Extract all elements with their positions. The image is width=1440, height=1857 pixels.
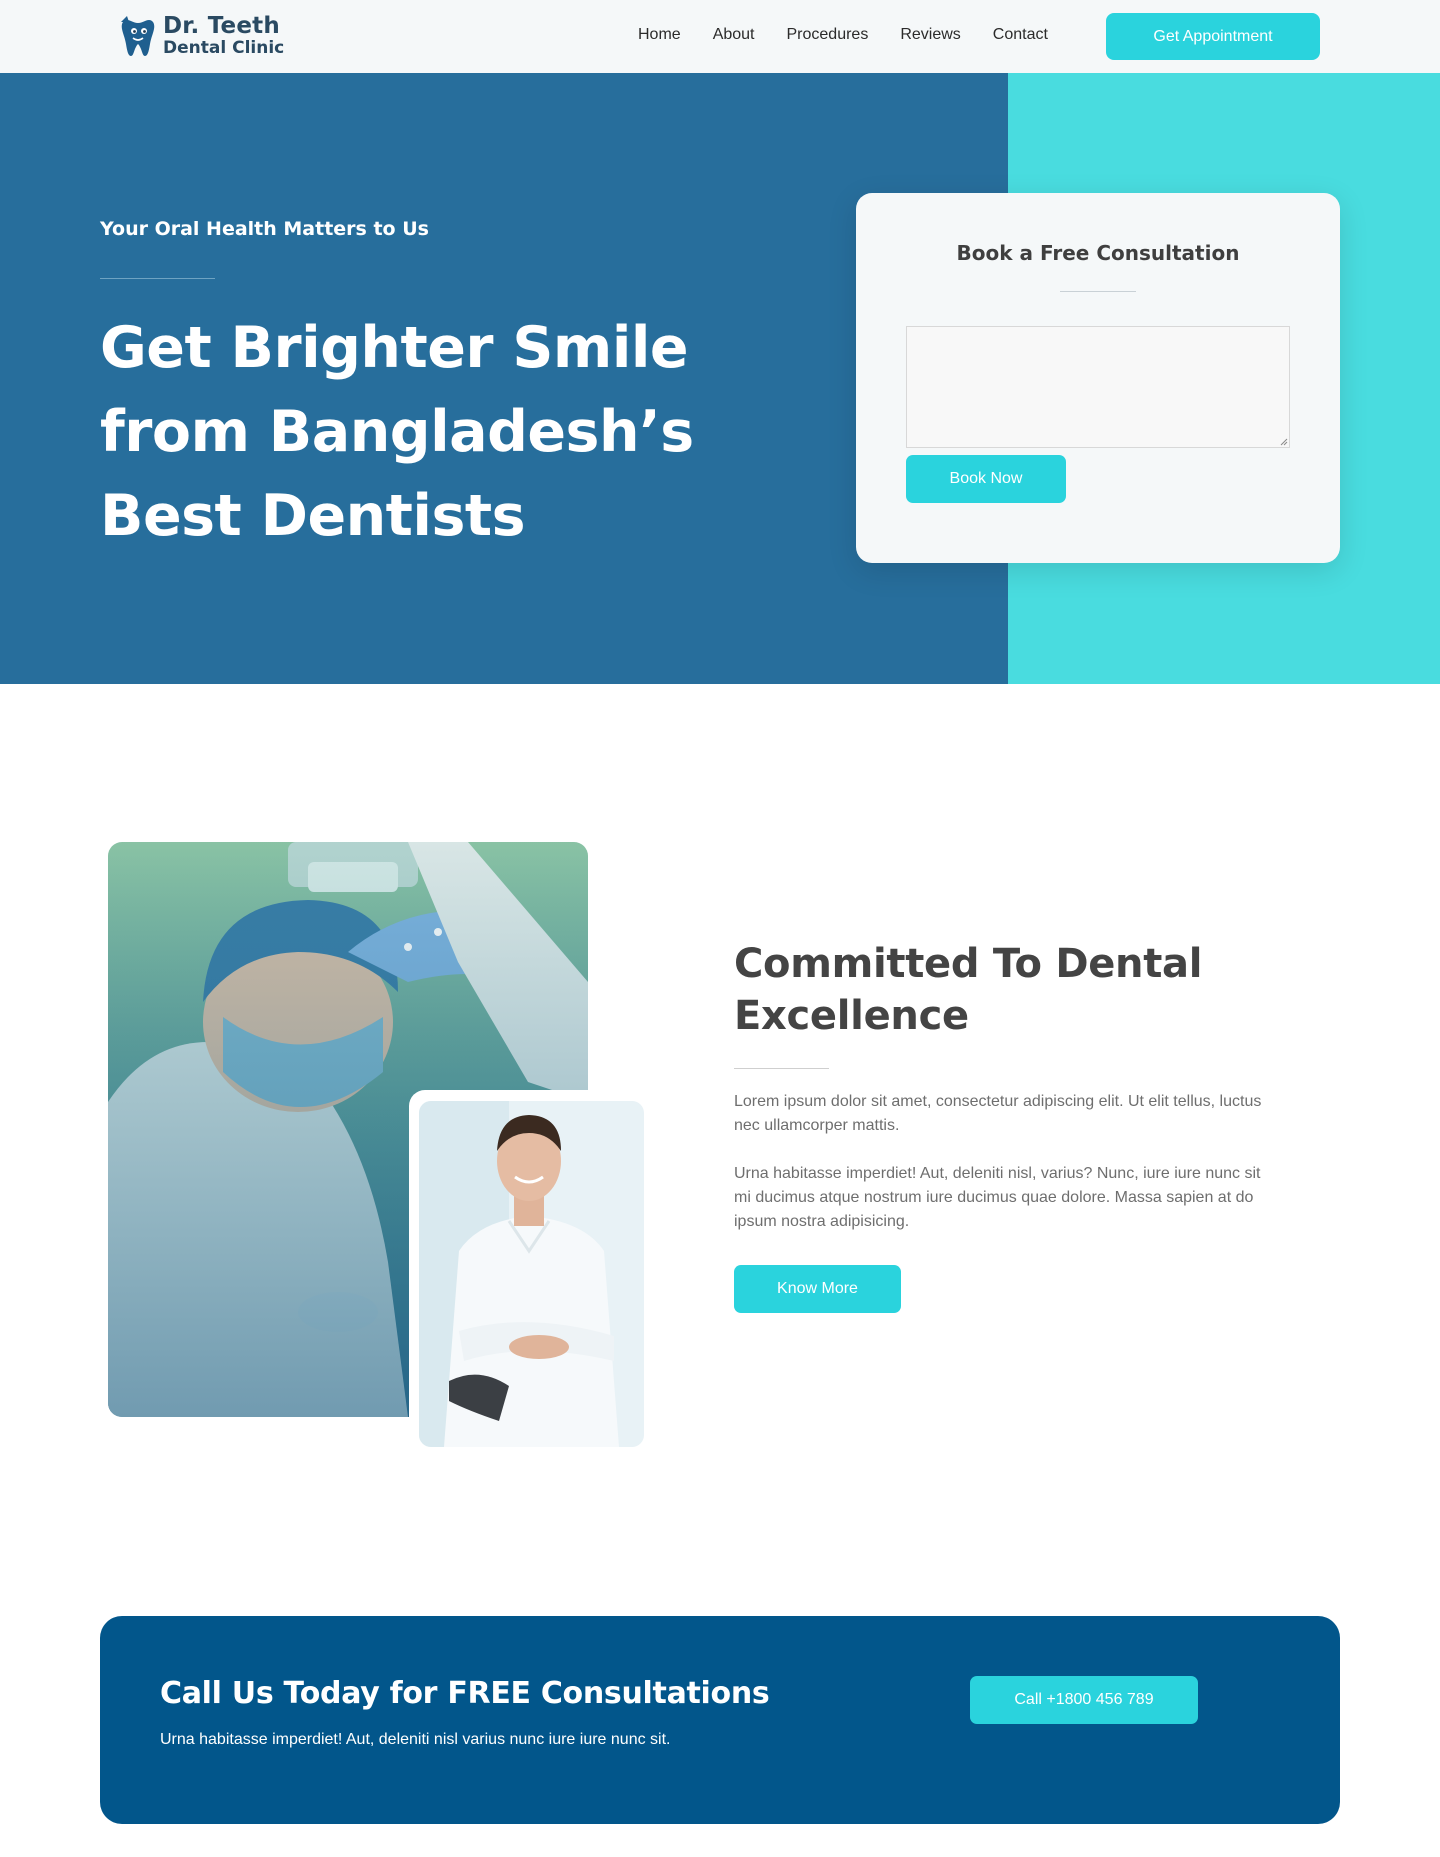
about-divider <box>734 1068 829 1069</box>
logo-name: Dr. Teeth <box>163 13 280 39</box>
hero-eyebrow: Your Oral Health Matters to Us <box>100 218 429 240</box>
consultation-message-field[interactable] <box>906 326 1290 448</box>
consultation-divider <box>1060 291 1136 292</box>
get-appointment-button[interactable]: Get Appointment <box>1106 13 1320 60</box>
tooth-icon <box>121 16 155 56</box>
consultation-card: Book a Free Consultation Book Now <box>856 193 1340 563</box>
nav-procedures[interactable]: Procedures <box>787 26 869 44</box>
consultation-title: Book a Free Consultation <box>956 241 1240 265</box>
nav-about[interactable]: About <box>713 26 755 44</box>
cta-title: Call Us Today for FREE Consultations <box>160 1676 770 1711</box>
nav-contact[interactable]: Contact <box>993 26 1048 44</box>
about-paragraph-2: Urna habitasse imperdiet! Aut, deleniti … <box>734 1165 1261 1230</box>
main-nav: Home About Procedures Reviews Contact <box>622 26 1080 44</box>
logo[interactable]: Dr. Teeth Dental Clinic <box>119 14 284 58</box>
about-paragraph-1: Lorem ipsum dolor sit amet, consectetur … <box>734 1093 1262 1134</box>
call-to-action-banner: Call Us Today for FREE Consultations Urn… <box>100 1616 1340 1824</box>
about-title: Committed To Dental Excellence <box>734 941 1203 1039</box>
resize-grip-icon[interactable] <box>1280 438 1288 446</box>
logo-subtitle: Dental Clinic <box>163 38 285 58</box>
nav-home[interactable]: Home <box>638 26 681 44</box>
book-now-button[interactable]: Book Now <box>906 455 1066 503</box>
dentist-portrait-photo <box>419 1101 644 1447</box>
site-header: Dr. Teeth Dental Clinic Home About Proce… <box>0 0 1440 73</box>
hero-title: Get Brighter Smile from Bangladesh’s Bes… <box>100 315 694 549</box>
call-phone-button[interactable]: Call +1800 456 789 <box>970 1676 1198 1724</box>
know-more-button[interactable]: Know More <box>734 1265 901 1313</box>
cta-subtitle: Urna habitasse imperdiet! Aut, deleniti … <box>160 1731 671 1748</box>
nav-reviews[interactable]: Reviews <box>900 26 960 44</box>
hero-divider <box>100 278 215 279</box>
